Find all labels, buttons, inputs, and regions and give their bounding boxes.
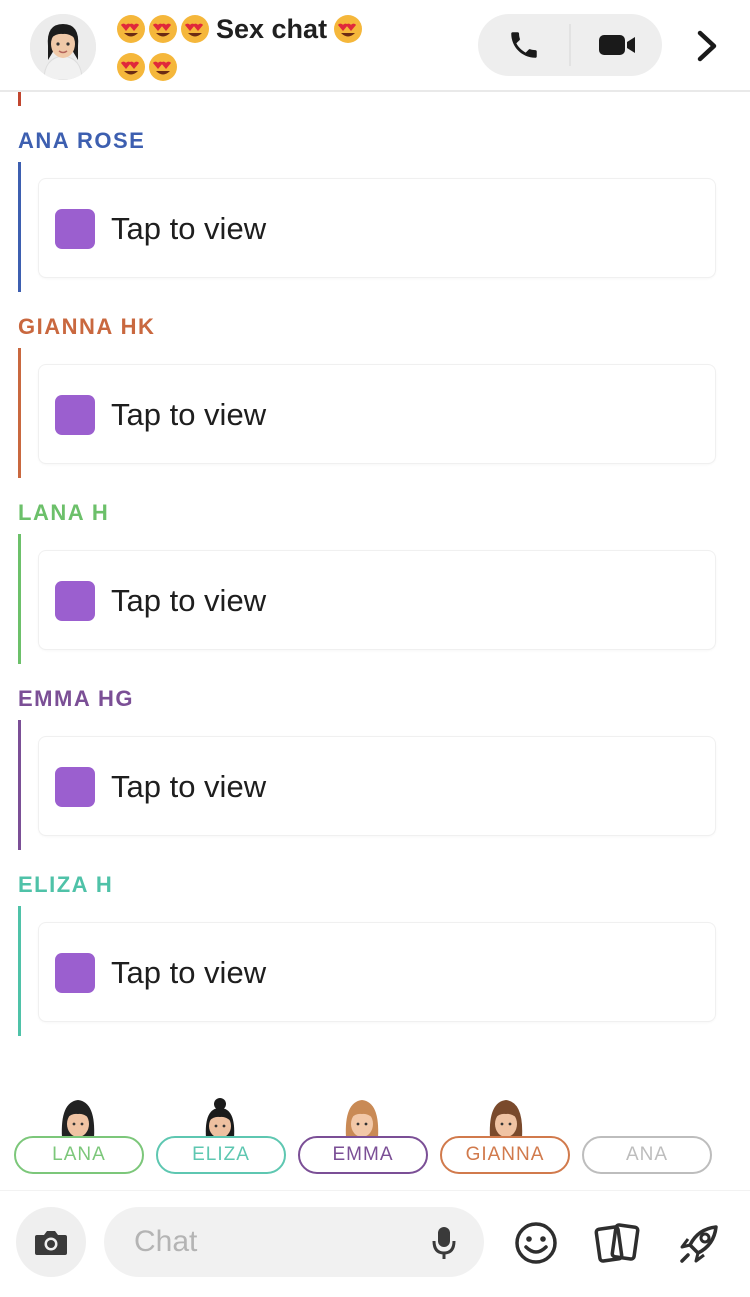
message-color-bar [18, 720, 21, 850]
emoji-button[interactable] [510, 1217, 562, 1269]
snap-square-icon [55, 209, 95, 249]
camera-button[interactable] [16, 1207, 86, 1277]
participant-pill-emma[interactable]: EMMA [298, 1136, 428, 1174]
message-sender: ANA ROSE [18, 128, 146, 153]
snap-label: Tap to view [111, 397, 267, 432]
more-button[interactable] [688, 26, 726, 66]
smiley-icon [515, 1222, 557, 1264]
chat-header: Sex chat [0, 0, 750, 92]
snap-message[interactable]: Tap to view [38, 922, 716, 1022]
snap-message[interactable]: Tap to view [38, 178, 716, 278]
games-button[interactable] [674, 1217, 726, 1269]
stickers-button[interactable] [592, 1217, 644, 1269]
snap-message[interactable]: Tap to view [38, 736, 716, 836]
message-sender: EMMA HG [18, 686, 135, 711]
participant-pill-ana[interactable]: ANA [582, 1136, 712, 1174]
rocket-icon [680, 1225, 718, 1263]
message-sender: GIANNA HK [18, 314, 156, 339]
message-color-bar [18, 348, 21, 478]
chevron-right-icon [697, 30, 717, 62]
participant-pill-eliza[interactable]: ELIZA [156, 1136, 286, 1174]
participant-name: GIANNA [465, 1144, 545, 1165]
chat-title[interactable]: Sex chat [116, 10, 416, 82]
message-color-bar [18, 534, 21, 664]
bitmoji-gianna-icon [489, 1100, 523, 1138]
video-call-button[interactable] [571, 14, 662, 76]
microphone-icon [432, 1227, 456, 1259]
video-camera-icon [598, 35, 635, 55]
snap-label: Tap to view [111, 769, 267, 804]
message-color-bar [18, 162, 21, 292]
snap-square-icon [55, 395, 95, 435]
participant-name: LANA [52, 1144, 106, 1165]
message-sender: ELIZA H [18, 872, 114, 897]
participant-pill-gianna[interactable]: GIANNA [440, 1136, 570, 1174]
snap-message[interactable]: Tap to view [38, 364, 716, 464]
heart-eyes-emoji-icon [149, 53, 177, 81]
bitmoji-lana-icon [61, 1100, 95, 1138]
heart-eyes-emoji-icon [181, 15, 209, 43]
microphone-button[interactable] [424, 1221, 464, 1265]
phone-icon [510, 32, 537, 58]
previous-message-bar [18, 92, 21, 106]
snap-square-icon [55, 581, 95, 621]
heart-eyes-emoji-icon [334, 15, 363, 43]
participant-pill-lana[interactable]: LANA [14, 1136, 144, 1174]
snap-message[interactable]: Tap to view [38, 550, 716, 650]
voice-call-button[interactable] [478, 14, 569, 76]
heart-eyes-emoji-icon [117, 15, 145, 43]
snap-square-icon [55, 767, 95, 807]
snap-label: Tap to view [111, 955, 267, 990]
bitmoji-emma-icon [345, 1100, 379, 1138]
message-sender: LANA H [18, 500, 110, 525]
call-buttons [478, 14, 662, 76]
snap-label: Tap to view [111, 211, 267, 246]
participant-name: ELIZA [192, 1144, 250, 1165]
cards-icon [594, 1223, 640, 1263]
participant-name: ANA [625, 1144, 669, 1165]
participant-name: EMMA [332, 1144, 394, 1165]
bitmoji-eliza-icon [205, 1098, 235, 1138]
message-color-bar [18, 906, 21, 1036]
snap-label: Tap to view [111, 583, 267, 618]
heart-eyes-emoji-icon [149, 15, 177, 43]
chat-composer [0, 1190, 750, 1297]
heart-eyes-emoji-icon [117, 53, 145, 81]
snap-square-icon [55, 953, 95, 993]
chat-title-text: Sex chat [216, 13, 328, 44]
group-avatar[interactable] [30, 14, 96, 80]
camera-icon [35, 1231, 67, 1255]
bitmoji-avatar-icon [30, 14, 96, 80]
